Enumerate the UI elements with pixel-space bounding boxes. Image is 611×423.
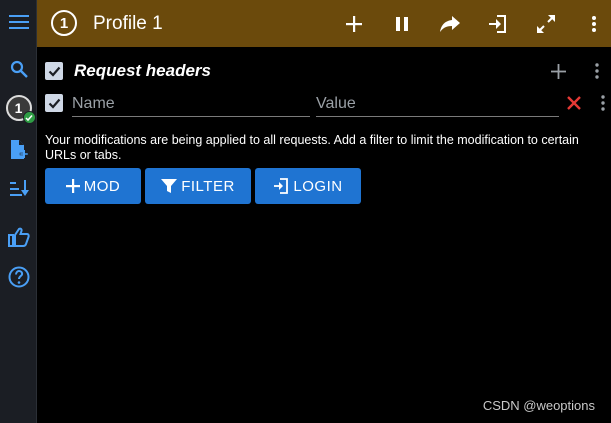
sort-icon [9,180,29,196]
add-filter-label: FILTER [181,177,235,195]
header-name-input[interactable] [72,91,310,116]
share-button[interactable] [436,10,464,38]
plus-icon [346,16,362,32]
request-headers-checkbox[interactable] [45,62,63,80]
add-mod-button[interactable]: MOD [45,168,141,204]
profile-selector[interactable]: 1 [0,91,37,125]
login-icon [274,178,289,194]
profile-avatar-number: 1 [14,100,23,116]
checkmark-icon [48,98,60,109]
header-value-input[interactable] [316,91,559,116]
add-header-button[interactable] [548,61,568,81]
profile-badge-number: 1 [59,14,69,32]
profile-header: 1 Profile 1 [37,0,611,47]
share-arrow-icon [440,16,460,32]
menu-button[interactable] [0,5,37,39]
menu-icon [8,15,29,29]
sidebar: 1 [0,0,37,423]
add-filter-button[interactable]: FILTER [145,168,251,204]
more-vert-icon [601,95,605,111]
file-add-icon [10,140,28,159]
close-icon [567,96,581,110]
active-check-icon [22,111,36,124]
like-button[interactable] [0,220,37,254]
header-row-checkbox[interactable] [45,94,63,112]
more-vert-icon [592,16,596,32]
plus-icon [550,63,566,79]
search-button[interactable] [0,52,37,86]
login-icon [489,15,506,33]
add-button[interactable] [340,10,368,38]
profile-title[interactable]: Profile 1 [93,13,163,35]
header-value-field[interactable] [316,91,559,117]
add-mod-label: MOD [83,177,121,195]
more-vert-icon [595,63,599,79]
filter-icon [161,179,178,193]
add-file-button[interactable] [0,133,37,167]
pause-button[interactable] [388,10,416,38]
help-button[interactable] [0,260,37,294]
fullscreen-button[interactable] [532,10,560,38]
header-name-field[interactable] [72,91,310,117]
main-panel: Request headers Name Value Your modifica… [37,47,611,423]
thumbs-up-icon [7,227,30,247]
section-title: Request headers [74,61,211,80]
plus-icon [65,179,80,193]
login-button[interactable]: LOGIN [255,168,361,204]
profile-badge[interactable]: 1 [51,10,77,36]
section-more-button[interactable] [590,60,604,82]
filter-notice: Your modifications are being applied to … [45,133,579,162]
pause-icon [396,17,408,31]
help-icon [8,266,29,288]
expand-icon [537,15,555,33]
search-icon [10,60,28,78]
sort-button[interactable] [0,171,37,205]
checkmark-icon [48,66,60,77]
delete-header-button[interactable] [565,94,583,112]
import-button[interactable] [484,10,512,38]
login-label: LOGIN [293,177,343,195]
more-options-button[interactable] [580,10,608,38]
watermark: CSDN @weoptions [482,398,595,413]
header-row-more-button[interactable] [596,92,610,114]
profile-avatar: 1 [5,95,36,124]
